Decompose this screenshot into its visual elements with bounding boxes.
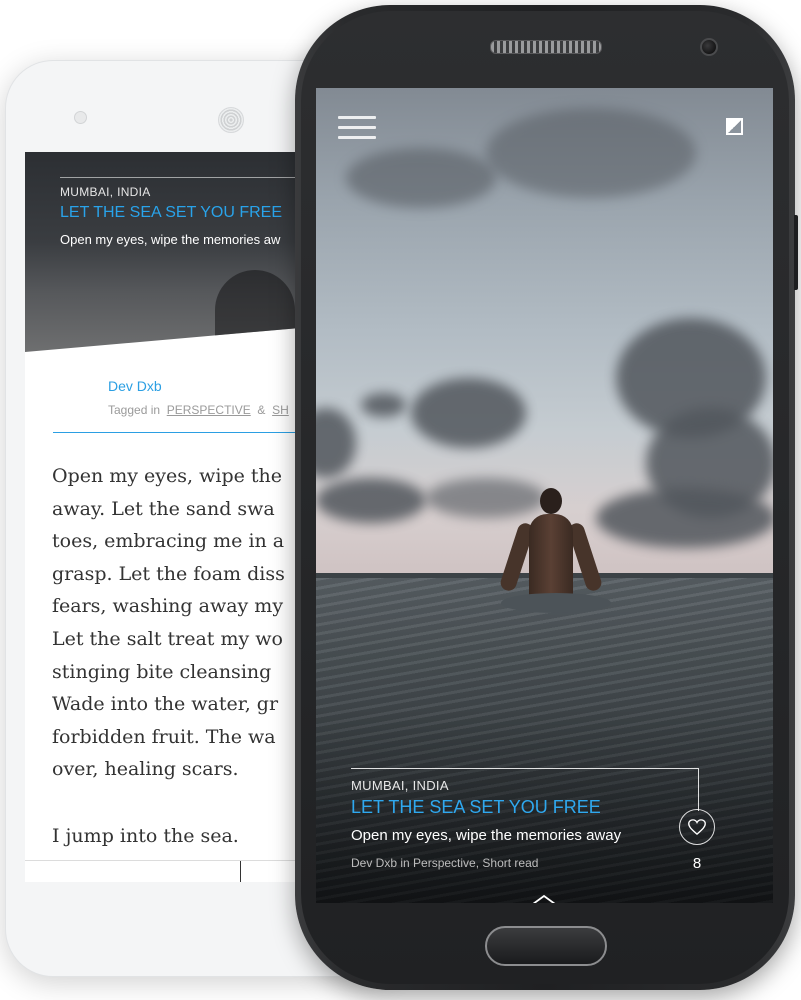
tag-separator: & (257, 403, 266, 417)
cloud (346, 148, 496, 208)
body-line: I jump into the sea. (52, 824, 239, 847)
toolbar-divider (240, 861, 241, 882)
swimmer-silhouette (215, 270, 295, 350)
article-hero-image (25, 152, 300, 352)
tagged-in-label: Tagged in (108, 403, 161, 417)
front-camera-icon (74, 111, 87, 124)
tags-line: Tagged in PERSPECTIVE & SH (108, 403, 289, 417)
tag-perspective-link[interactable]: PERSPECTIVE (167, 403, 251, 417)
home-button[interactable] (485, 926, 607, 966)
author-divider (53, 432, 300, 433)
cloud (316, 478, 426, 523)
bottom-toolbar[interactable] (25, 860, 300, 882)
speaker-grille-icon (218, 107, 244, 133)
story-byline: Dev Dxb in Perspective, Short read (351, 856, 539, 870)
like-button[interactable] (679, 809, 715, 845)
heart-icon (688, 819, 706, 835)
story-frame-line-vertical (698, 768, 699, 811)
hamburger-menu-icon[interactable] (338, 116, 376, 142)
story-subtitle: Open my eyes, wipe the memories aw (60, 232, 281, 247)
cloud (316, 408, 356, 478)
cloud (596, 488, 773, 548)
body-line: Open my eyes, wipe the (52, 465, 283, 487)
body-line: forbidden fruit. The wa (52, 725, 276, 748)
body-line: over, healing scars. (52, 758, 239, 781)
cloud (361, 393, 406, 417)
front-camera-icon (700, 38, 718, 56)
story-frame-line (351, 768, 698, 769)
earpiece-speaker-icon (490, 40, 602, 54)
hero-divider (60, 177, 300, 178)
cloud (486, 108, 696, 198)
body-line: Wade into the water, gr (52, 693, 279, 716)
article-screen: MUMBAI, INDIA LET THE SEA SET YOU FREE O… (25, 152, 300, 882)
story-location: MUMBAI, INDIA (351, 778, 449, 793)
story-location: MUMBAI, INDIA (60, 185, 151, 199)
story-cover-screen: MUMBAI, INDIA LET THE SEA SET YOU FREE O… (316, 88, 773, 903)
body-line: stinging bite cleansing (52, 660, 272, 683)
body-line: Let the salt treat my wo (52, 627, 283, 650)
body-line: toes, embracing me in a (52, 530, 285, 553)
cloud (411, 378, 526, 448)
like-count: 8 (692, 855, 702, 872)
story-subtitle: Open my eyes, wipe the memories away (351, 827, 622, 844)
story-title[interactable]: LET THE SEA SET YOU FREE (351, 797, 601, 818)
tag-short-read-link[interactable]: SH (272, 403, 289, 417)
side-volume-button (794, 215, 798, 290)
article-body: Open my eyes, wipe the away. Let the san… (52, 460, 300, 853)
story-title[interactable]: LET THE SEA SET YOU FREE (60, 204, 282, 222)
author-link[interactable]: Dev Dxb (108, 378, 162, 394)
swimmer-head (540, 488, 562, 514)
body-line: away. Let the sand swa (52, 497, 275, 520)
body-line: grasp. Let the foam diss (52, 562, 285, 585)
body-line: fears, washing away my (52, 595, 284, 618)
app-logo-icon[interactable] (726, 118, 743, 135)
water-around-swimmer (501, 593, 611, 613)
swimmer-figure (498, 488, 604, 606)
chevron-up-icon[interactable] (531, 893, 557, 903)
